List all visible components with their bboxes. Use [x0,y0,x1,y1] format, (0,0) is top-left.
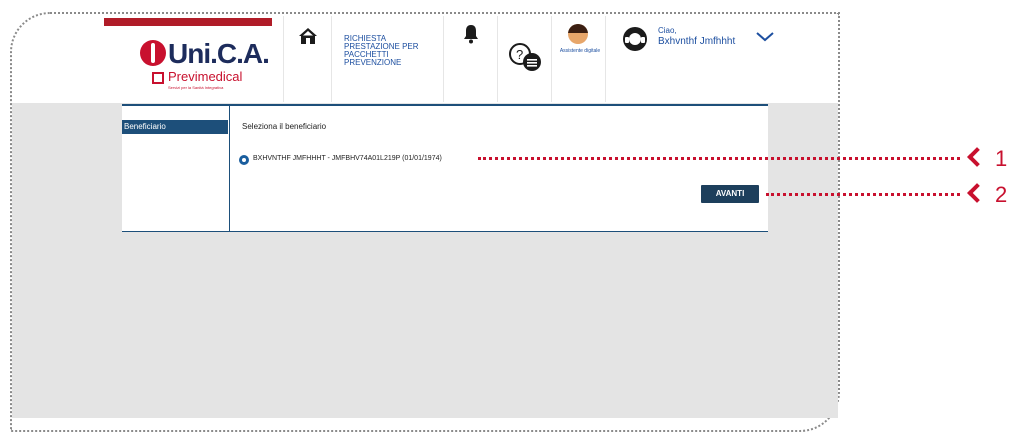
assistant-label: Assistente digitale [559,48,601,54]
notifications-button[interactable] [444,16,498,102]
logo-topbar [104,18,272,26]
beneficiary-option[interactable]: BXHVNTHF JMFHHHT - JMFBHV74A01L219P (01/… [253,155,442,162]
main-panel: Beneficiario Seleziona il beneficiario B… [122,104,768,232]
logo-sub: Previmedical [168,69,243,84]
logo-mark-icon [140,40,166,66]
assistant-avatar-icon [568,24,588,44]
logo[interactable]: Uni.C.A. Previmedical Servizi per la San… [104,16,284,102]
user-name: Bxhvnthf Jmfhhht [658,36,736,47]
callout-caret-2 [967,183,987,203]
sidebar-item-beneficiario[interactable]: Beneficiario [122,120,228,134]
faq-icon: ? [509,43,541,71]
sidebar: Beneficiario [122,106,230,231]
logo-brand: Uni.C.A. [168,38,270,69]
radio-selected-icon[interactable] [239,155,249,165]
request-title: RICHIESTA PRESTAZIONE PER PACCHETTI PREV… [344,34,419,67]
callout-number-1: 1 [995,146,1008,171]
select-label: Seleziona il beneficiario [242,122,327,131]
callout-line-1 [478,157,960,160]
svg-text:?: ? [516,47,523,62]
home-button[interactable] [284,16,332,102]
previmedical-mark-icon [152,72,164,84]
next-button[interactable]: AVANTI [701,185,759,203]
chevron-down-icon[interactable] [756,32,774,42]
greeting: Ciao, [658,26,677,35]
request-menu[interactable]: RICHIESTA PRESTAZIONE PER PACCHETTI PREV… [332,16,444,102]
callout-number-2: 2 [995,182,1008,207]
callout-line-2 [766,193,960,196]
user-icon [623,27,647,51]
faq-button[interactable]: ? [498,16,552,102]
user-menu[interactable]: Ciao, Bxhvnthf Jmfhhht [606,16,780,102]
logo-tagline: Servizi per la Sanità Integrativa [168,85,224,90]
home-icon [299,28,317,44]
callout-caret-1 [967,147,987,167]
digital-assistant-button[interactable]: Assistente digitale [552,16,606,102]
bell-icon [464,25,478,44]
header: Uni.C.A. Previmedical Servizi per la San… [104,16,780,102]
